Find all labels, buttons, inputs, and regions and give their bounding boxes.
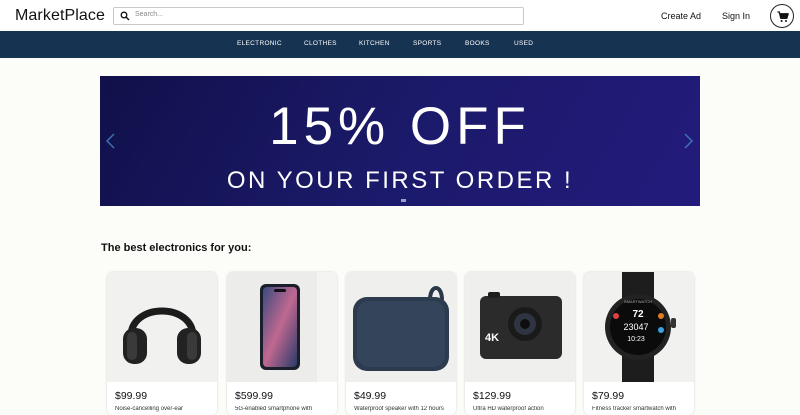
product-card[interactable]: SMARTWATCH 72 23047 10:23 $79.99 Fitness… — [584, 272, 694, 415]
category-nav: ELECTRONIC CLOTHES KITCHEN SPORTS BOOKS … — [0, 31, 800, 58]
product-description: Fitness tracker smartwatch with — [592, 406, 677, 412]
watch-steps: 23047 — [623, 322, 648, 332]
product-card[interactable]: $99.99 Noise-cancelling over-ear — [107, 272, 217, 415]
product-card[interactable]: 4K $129.99 Ultra HD waterproof action — [465, 272, 575, 415]
product-description: Ultra HD waterproof action — [473, 406, 544, 412]
product-card[interactable]: $49.99 Waterproof speaker with 12 hours — [346, 272, 456, 415]
headphones-image — [107, 272, 217, 382]
carousel-indicator[interactable] — [401, 199, 406, 202]
product-description: 5G-enabled smartphone with — [235, 406, 313, 412]
product-price: $49.99 — [354, 390, 387, 402]
promo-banner-carousel[interactable]: 15% OFF ON YOUR FIRST ORDER ! — [100, 76, 700, 206]
cart-button[interactable] — [770, 4, 794, 28]
search-icon — [120, 11, 130, 21]
category-sports[interactable]: SPORTS — [413, 40, 441, 47]
smartwatch-image: SMARTWATCH 72 23047 10:23 — [584, 272, 694, 382]
category-books[interactable]: BOOKS — [465, 40, 490, 47]
category-electronic[interactable]: ELECTRONIC — [237, 40, 282, 47]
banner-subline: ON YOUR FIRST ORDER ! — [226, 167, 574, 194]
search-placeholder: Search... — [135, 11, 164, 18]
cart-icon — [777, 11, 789, 22]
category-used[interactable]: USED — [514, 40, 533, 47]
product-price: $599.99 — [235, 390, 273, 402]
carousel-next-icon[interactable] — [684, 133, 694, 149]
smartphone-image — [227, 272, 337, 382]
product-card[interactable]: $599.99 5G-enabled smartphone with — [227, 272, 337, 415]
product-description: Waterproof speaker with 12 hours — [354, 406, 444, 412]
product-price: $129.99 — [473, 390, 511, 402]
banner-headline: 15% OFF — [269, 97, 531, 156]
site-logo[interactable]: MarketPlace — [15, 7, 105, 25]
camera-badge: 4K — [485, 332, 499, 344]
category-clothes[interactable]: CLOTHES — [304, 40, 337, 47]
section-title: The best electronics for you: — [101, 242, 252, 254]
top-header: MarketPlace Search... Create Ad Sign In — [0, 0, 800, 31]
action-camera-image: 4K — [465, 272, 575, 382]
sign-in-link[interactable]: Sign In — [722, 11, 750, 21]
watch-label: SMARTWATCH — [624, 299, 652, 304]
create-ad-link[interactable]: Create Ad — [661, 11, 701, 21]
speaker-image — [346, 272, 456, 382]
product-price: $99.99 — [115, 390, 148, 402]
product-price: $79.99 — [592, 390, 625, 402]
category-kitchen[interactable]: KITCHEN — [359, 40, 390, 47]
watch-bpm: 72 — [632, 309, 644, 320]
carousel-prev-icon[interactable] — [105, 133, 115, 149]
search-input[interactable]: Search... — [113, 7, 524, 25]
watch-time: 10:23 — [627, 336, 645, 343]
product-description: Noise-cancelling over-ear — [115, 406, 184, 412]
